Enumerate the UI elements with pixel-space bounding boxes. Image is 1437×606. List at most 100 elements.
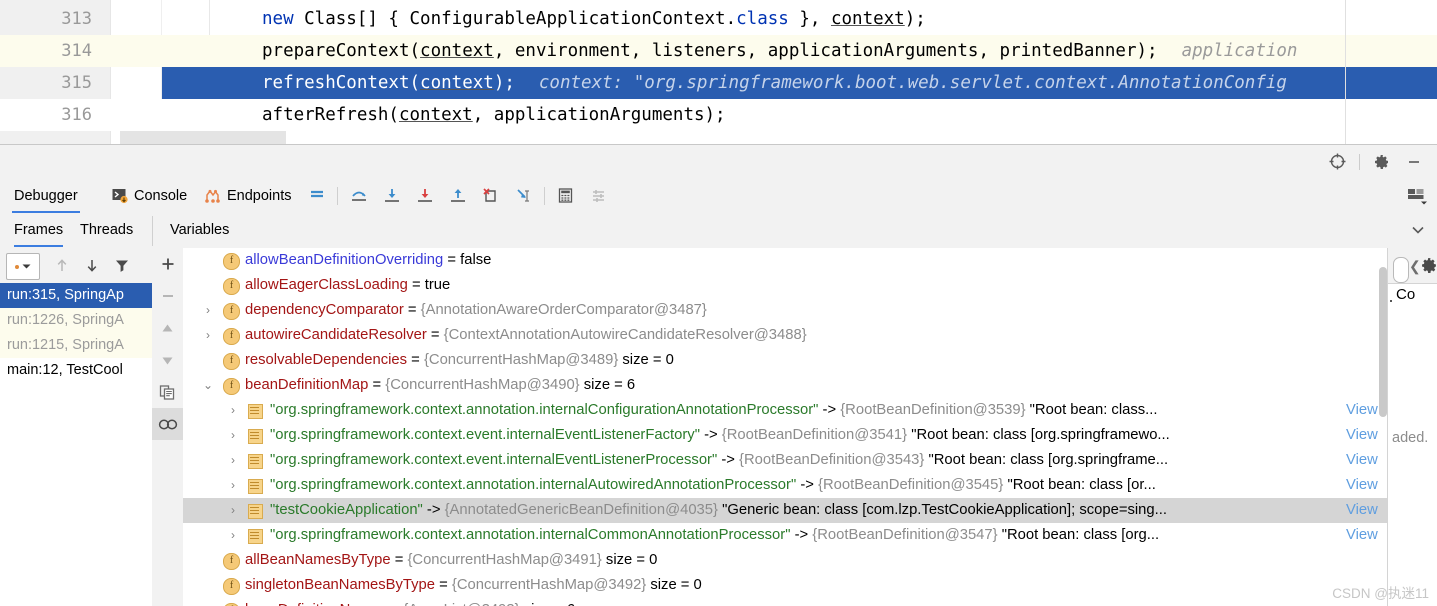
variable-row[interactable]: › "org.springframework.context.annotation…	[183, 523, 1387, 548]
tab-endpoints[interactable]: Endpoints	[202, 178, 294, 213]
frame-down-button[interactable]	[78, 251, 106, 279]
view-link[interactable]: View	[1346, 398, 1378, 423]
move-up-button[interactable]	[152, 312, 183, 344]
filter-frames-button[interactable]	[108, 251, 136, 279]
variables-tree[interactable]: f allowBeanDefinitionOverriding = false f a…	[183, 248, 1387, 606]
code-line-316[interactable]: 316 afterRefresh(context, applicationArg…	[0, 99, 1437, 131]
settings-target-icon[interactable]	[1322, 147, 1352, 177]
thread-selector-dropdown[interactable]	[6, 253, 40, 280]
remove-watch-button[interactable]	[152, 280, 183, 312]
variable-row[interactable]: › "testCookieApplication" -> {AnnotatedGe…	[183, 498, 1387, 523]
variable-text: resolvableDependencies = {ConcurrentHash…	[245, 348, 674, 373]
code-editor[interactable]: 313 new Class[] { ConfigurableApplicatio…	[0, 0, 1437, 145]
layout-settings-icon[interactable]	[1400, 178, 1433, 213]
variable-value: {AnnotatedGenericBeanDefinition@4035}	[444, 502, 718, 518]
expand-twisty-icon[interactable]: ›	[201, 298, 215, 323]
view-link[interactable]: View	[1346, 423, 1378, 448]
line-number: 314	[61, 41, 92, 61]
tab-debugger[interactable]: Debugger	[12, 178, 80, 213]
expand-twisty-icon[interactable]: ›	[226, 498, 240, 523]
field-icon: f	[223, 328, 240, 345]
gear-icon[interactable]	[1421, 257, 1437, 274]
step-into-button[interactable]	[375, 178, 408, 213]
variable-row[interactable]: › "org.springframework.context.event.inte…	[183, 423, 1387, 448]
keyword-class: class	[736, 9, 789, 29]
variable-row[interactable]: f allBeanNamesByType = {ConcurrentHashMap…	[183, 548, 1387, 573]
step-out-button[interactable]	[441, 178, 474, 213]
variable-suffix: size = 0	[601, 552, 658, 568]
variable-value: {RootBeanDefinition@3539}	[840, 402, 1026, 418]
variable-row[interactable]: f resolvableDependencies = {ConcurrentHas…	[183, 348, 1387, 373]
add-watch-button[interactable]	[152, 248, 183, 280]
collapse-twisty-icon[interactable]: ⌄	[201, 373, 215, 398]
variable-operator: =	[443, 252, 461, 268]
variable-operator: =	[403, 302, 421, 318]
tab-label: Console	[134, 187, 188, 204]
variable-row[interactable]: › "org.springframework.context.annotation…	[183, 398, 1387, 423]
expand-twisty-icon[interactable]: ›	[226, 398, 240, 423]
subtab-frames[interactable]: Frames	[14, 213, 64, 247]
collapse-handle[interactable]	[1393, 257, 1409, 283]
settings-list-button[interactable]	[582, 178, 615, 213]
expand-twisty-icon[interactable]: ›	[226, 473, 240, 498]
force-step-into-button[interactable]	[408, 178, 441, 213]
frame-item[interactable]: run:315, SpringAp	[0, 283, 152, 308]
variable-row[interactable]: ⌄ f beanDefinitionMap = {ConcurrentHashMap…	[183, 373, 1387, 398]
field-icon: f	[223, 253, 240, 270]
frame-item[interactable]: run:1226, SpringA	[0, 308, 152, 333]
expand-twisty-icon[interactable]: ›	[201, 323, 215, 348]
variable-row[interactable]: › f autowireCandidateResolver = {ContextAn…	[183, 323, 1387, 348]
move-down-button[interactable]	[152, 344, 183, 376]
view-link[interactable]: View	[1346, 448, 1378, 473]
variable-row[interactable]: › "org.springframework.context.annotation…	[183, 473, 1387, 498]
show-execution-point-button[interactable]	[300, 178, 333, 213]
expand-twisty-icon[interactable]: ›	[201, 598, 215, 606]
view-link[interactable]: View	[1346, 473, 1378, 498]
subtab-variables[interactable]: Variables	[170, 213, 229, 247]
run-to-cursor-button[interactable]	[507, 178, 540, 213]
evaluate-expression-button[interactable]	[549, 178, 582, 213]
tab-label: Endpoints	[227, 187, 292, 204]
right-margin-marker	[1345, 0, 1346, 145]
map-entry-icon	[248, 529, 263, 544]
expand-twisty-icon[interactable]: ›	[226, 523, 240, 548]
code-line-314[interactable]: 314 prepareContext(context, environment,…	[0, 35, 1437, 67]
subtab-threads[interactable]: Threads	[80, 213, 133, 247]
gear-icon[interactable]	[1367, 147, 1397, 177]
expand-twisty-icon[interactable]: ›	[226, 448, 240, 473]
code-fragment: prepareContext(	[262, 41, 421, 61]
variable-row[interactable]: ›fbeanDefinitionNames = {ArrayList@3493}…	[183, 598, 1387, 606]
variables-scrollbar[interactable]	[1379, 267, 1387, 417]
variable-row[interactable]: f allowBeanDefinitionOverriding = false	[183, 248, 1387, 273]
view-link[interactable]: View	[1346, 523, 1378, 548]
variable-value: {RootBeanDefinition@3543}	[739, 452, 925, 468]
variable-row[interactable]: › f dependencyComparator = {AnnotationAwar…	[183, 298, 1387, 323]
line-number: 315	[61, 73, 92, 93]
field-icon: f	[223, 303, 240, 320]
tab-console[interactable]: Console	[110, 178, 189, 213]
code-line-313[interactable]: 313 new Class[] { ConfigurableApplicatio…	[0, 3, 1437, 35]
chevron-down-icon[interactable]	[1409, 213, 1427, 247]
minimize-icon[interactable]	[1399, 147, 1429, 177]
variable-suffix: size = 6	[579, 377, 636, 393]
inspect-button[interactable]	[152, 408, 183, 440]
variable-text: beanDefinitionMap = {ConcurrentHashMap@3…	[245, 373, 635, 398]
expand-twisty-icon[interactable]: ›	[226, 423, 240, 448]
frame-item[interactable]: run:1215, SpringA	[0, 333, 152, 358]
tab-label: Debugger	[14, 187, 78, 204]
variable-value: {ConcurrentHashMap@3491}	[407, 552, 602, 568]
code-line-315[interactable]: 315 refreshContext(context); context: "or…	[0, 67, 1437, 99]
copy-value-button[interactable]	[152, 376, 183, 408]
step-over-button[interactable]	[342, 178, 375, 213]
variable-operator: ->	[699, 427, 722, 443]
frame-item[interactable]: main:12, TestCool	[0, 358, 152, 383]
frame-up-button[interactable]	[48, 251, 76, 279]
drop-frame-button[interactable]	[474, 178, 507, 213]
variable-row[interactable]: f allowEagerClassLoading = true	[183, 273, 1387, 298]
variable-value: {RootBeanDefinition@3547}	[812, 527, 998, 543]
frames-list[interactable]: run:315, SpringAp run:1226, SpringA run:…	[0, 283, 152, 606]
variable-row[interactable]: f singletonBeanNamesByType = {ConcurrentH…	[183, 573, 1387, 598]
map-entry-icon	[248, 504, 263, 519]
variable-row[interactable]: › "org.springframework.context.event.inte…	[183, 448, 1387, 473]
view-link[interactable]: View	[1346, 498, 1378, 523]
